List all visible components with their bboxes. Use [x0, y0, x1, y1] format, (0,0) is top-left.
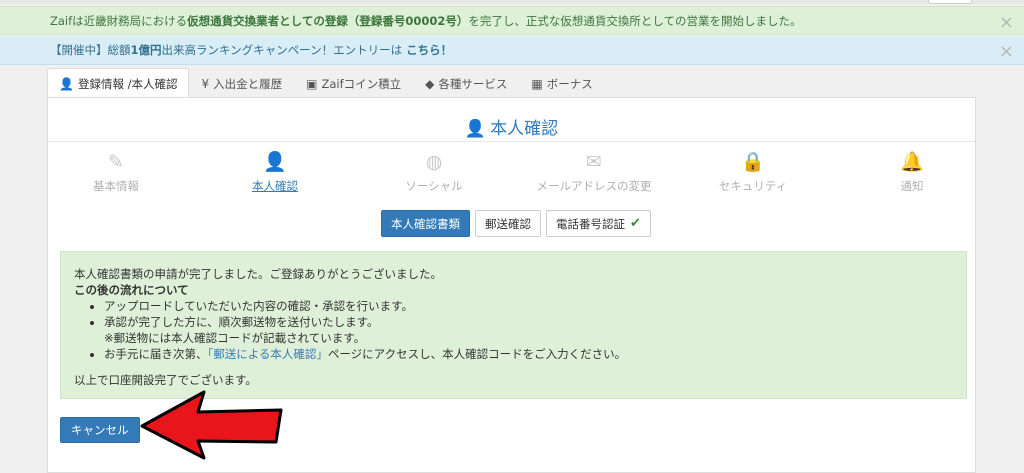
mail-verification-button[interactable]: 郵送確認	[475, 210, 541, 237]
campaign-text-after: 出来高ランキングキャンペーン！エントリーは	[161, 43, 403, 57]
bell-icon: 🔔	[900, 151, 924, 173]
campaign-text-strong: 1億円	[130, 43, 162, 57]
yen-icon: ¥	[201, 76, 210, 91]
list-item: アップロードしていただいた内容の確認・承認を行います。	[104, 298, 953, 314]
completion-notice: 本人確認書類の申請が完了しました。ご登録ありがとうございました。 この後の流れに…	[60, 251, 967, 399]
step-security[interactable]: 🔒 セキュリティ	[683, 151, 823, 194]
notice-list: アップロードしていただいた内容の確認・承認を行います。 承認が完了した方に、順次…	[74, 298, 953, 362]
notice-line: 本人確認書類の申請が完了しました。ご登録ありがとうございました。	[74, 267, 442, 281]
step-identity[interactable]: 👤 本人確認	[205, 151, 345, 194]
verification-method-buttons: 本人確認書類 郵送確認 電話番号認証 ✔	[381, 210, 651, 237]
globe-icon: ◍	[425, 151, 443, 173]
cancel-button[interactable]: キャンセル	[60, 417, 140, 443]
tab-bonus[interactable]: ▦ ボーナス	[519, 68, 604, 98]
banner-text-before: Zaifは近畿財務局における	[50, 13, 188, 28]
step-label: 本人確認	[252, 179, 298, 193]
red-arrow-icon	[140, 390, 283, 460]
banner-text-after: を完了し、正式な仮想通貨交換所としての営業を開始しました。	[468, 13, 802, 28]
lock-icon: 🔒	[741, 151, 765, 173]
close-icon[interactable]: ×	[999, 41, 1014, 62]
notice-flow-title: この後の流れについて	[74, 283, 189, 297]
check-icon: ✔	[630, 216, 641, 231]
tab-deposit-history[interactable]: ¥ 入出金と履歴	[189, 68, 294, 98]
phone-verification-button[interactable]: 電話番号認証 ✔	[546, 210, 651, 237]
page-title: 👤 本人確認	[48, 114, 975, 139]
campaign-banner-text: 【開催中】総額1億円出来高ランキングキャンペーン！エントリーは こちら！	[50, 42, 452, 58]
step-notification[interactable]: 🔔 通知	[842, 151, 982, 194]
step-email-change[interactable]: ✉ メールアドレスの変更	[524, 151, 664, 194]
piggy-bank-icon: ▣	[306, 76, 318, 91]
step-label: 基本情報	[93, 179, 139, 193]
banner-text-strong: 仮想通貨交換業者としての登録（登録番号00002号）	[187, 13, 469, 28]
notice-note: ※郵送物には本人確認コードが記載されています。	[104, 331, 366, 345]
gift-icon: ▦	[531, 76, 543, 91]
tab-label: 各種サービス	[438, 76, 508, 91]
step-nav: ✎ 基本情報 👤 本人確認 ◍ ソーシャル ✉ メールアドレスの変更 🔒 セキュ…	[48, 151, 975, 196]
step-basic-info[interactable]: ✎ 基本情報	[46, 151, 186, 194]
tab-label: ボーナス	[546, 76, 593, 91]
tab-services[interactable]: ◆ 各種サービス	[413, 68, 519, 98]
close-icon[interactable]: ×	[999, 12, 1014, 33]
page-title-text: 本人確認	[490, 119, 559, 139]
phone-verification-label: 電話番号認証	[556, 216, 625, 231]
divider	[48, 141, 975, 142]
tab-registration[interactable]: 👤 登録情報 /本人確認	[47, 68, 190, 98]
list-item: お手元に届き次第、「郵送による本人確認」ページにアクセスし、本人確認コードをご入…	[104, 346, 953, 362]
list-item: 承認が完了した方に、順次郵送物を送付いたします。 ※郵送物には本人確認コードが記…	[104, 314, 953, 346]
documents-button[interactable]: 本人確認書類	[381, 210, 470, 237]
step-label: 通知	[900, 179, 924, 193]
list-item-text: 承認が完了した方に、順次郵送物を送付いたします。	[104, 315, 379, 329]
tab-label: 入出金と履歴	[213, 76, 283, 91]
registration-banner-text: Zaifは近畿財務局における仮想通貨交換業者としての登録（登録番号00002号）…	[50, 13, 802, 29]
campaign-banner: 【開催中】総額1億円出来高ランキングキャンペーン！エントリーは こちら！ ×	[0, 36, 1024, 65]
campaign-text-before: 【開催中】総額	[50, 43, 131, 57]
list-item-text: ページにアクセスし、本人確認コードをご入力ください。	[327, 347, 627, 361]
tab-label: 登録情報 /本人確認	[77, 76, 178, 91]
tab-label: Zaifコイン積立	[321, 76, 402, 91]
top-bar-button[interactable]	[928, 0, 972, 4]
step-social[interactable]: ◍ ソーシャル	[364, 151, 504, 194]
tab-zaif-coin[interactable]: ▣ Zaifコイン積立	[294, 68, 413, 98]
envelope-icon: ✉	[586, 151, 602, 173]
top-bar	[0, 0, 1024, 4]
user-icon: 👤	[59, 76, 74, 91]
tags-icon: ◆	[425, 76, 435, 91]
campaign-entry-link[interactable]: こちら！	[406, 43, 452, 57]
user-icon: 👤	[263, 151, 287, 173]
step-label: セキュリティ	[718, 179, 788, 193]
step-label: ソーシャル	[405, 179, 463, 193]
mail-verification-link[interactable]: 「郵送による本人確認」	[208, 347, 328, 361]
step-label: メールアドレスの変更	[536, 179, 652, 193]
pencil-icon: ✎	[108, 151, 124, 173]
user-icon: 👤	[464, 119, 487, 139]
registration-banner: Zaifは近畿財務局における仮想通貨交換業者としての登録（登録番号00002号）…	[0, 6, 1024, 35]
list-item-text: お手元に届き次第、	[104, 347, 208, 361]
account-tabs: 👤 登録情報 /本人確認 ¥ 入出金と履歴 ▣ Zaifコイン積立 ◆ 各種サー…	[47, 68, 605, 98]
